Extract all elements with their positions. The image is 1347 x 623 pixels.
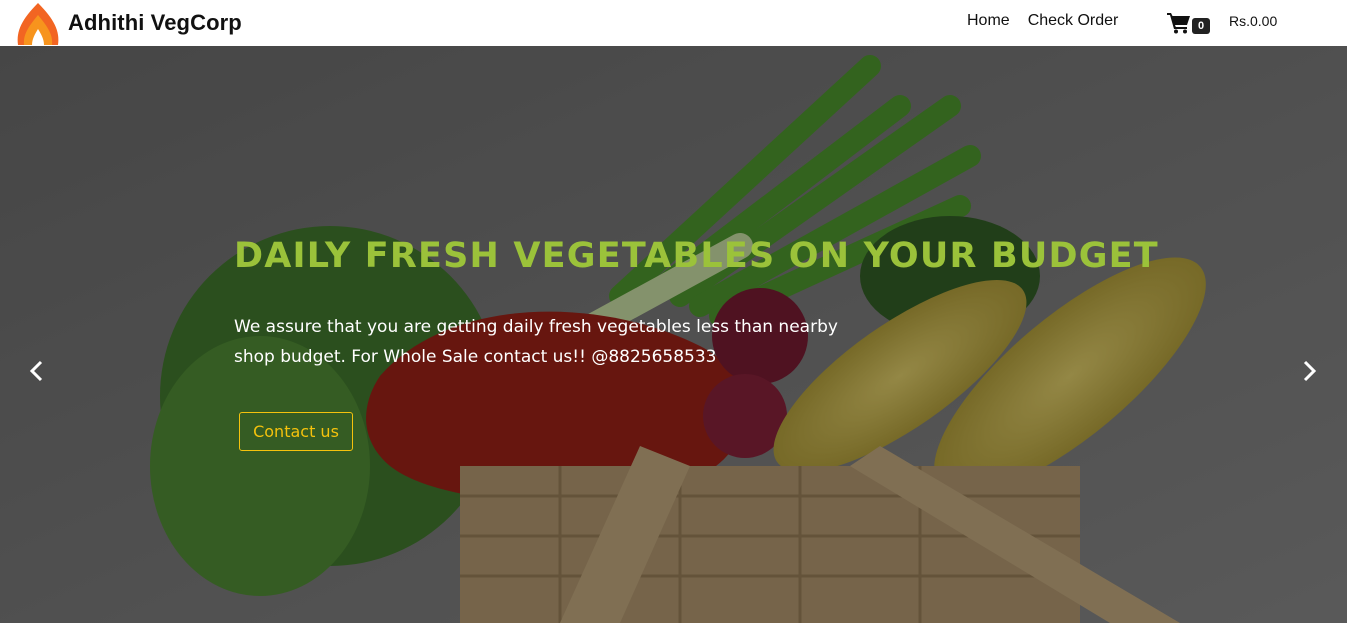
hero-carousel: DAILY FRESH VEGETABLES ON YOUR BUDGET We… [0, 46, 1347, 623]
nav-home-link[interactable]: Home [967, 11, 1010, 31]
main-nav: Home Check Order [967, 11, 1136, 31]
flame-logo-icon [17, 3, 59, 45]
hero-description: We assure that you are getting daily fre… [234, 317, 838, 367]
carousel-prev-button[interactable] [21, 356, 51, 386]
chevron-left-icon [29, 360, 43, 382]
brand-link[interactable]: Adhithi VegCorp [14, 1, 242, 45]
cart-total: Rs.0.00 [1229, 13, 1278, 29]
top-navbar: Adhithi VegCorp Home Check Order 0 Rs.0.… [0, 0, 1347, 46]
carousel-next-button[interactable] [1295, 356, 1325, 386]
cart-button[interactable]: 0 [1167, 12, 1213, 36]
cart-count-badge: 0 [1192, 18, 1210, 34]
contact-us-button[interactable]: Contact us [239, 412, 353, 451]
hero-title: DAILY FRESH VEGETABLES ON YOUR BUDGET [234, 236, 1159, 276]
chevron-right-icon [1303, 360, 1317, 382]
nav-check-order-link[interactable]: Check Order [1028, 11, 1119, 31]
shopping-cart-icon [1167, 13, 1190, 34]
brand-name: Adhithi VegCorp [68, 10, 242, 35]
